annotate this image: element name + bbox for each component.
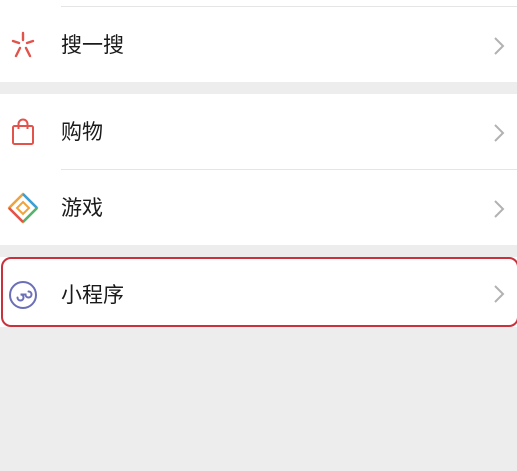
- chevron-right-icon: [491, 36, 507, 56]
- menu-group-search: 搜一搜: [0, 0, 517, 82]
- mini-program-icon: [7, 279, 39, 311]
- top-divider: [61, 6, 517, 7]
- menu-item-miniprogram[interactable]: 小程序: [0, 257, 517, 327]
- menu-item-shopping[interactable]: 购物: [0, 94, 517, 169]
- menu-item-label: 小程序: [61, 283, 124, 307]
- shopping-bag-icon: [7, 116, 39, 148]
- chevron-right-icon: [491, 284, 507, 304]
- chevron-right-icon: [491, 123, 507, 143]
- menu-item-label: 购物: [61, 120, 103, 144]
- menu-group-miniprogram: 小程序: [0, 257, 517, 327]
- menu-item-games[interactable]: 游戏: [0, 170, 517, 245]
- sparkle-icon: [7, 29, 39, 61]
- game-diamond-icon: [7, 192, 39, 224]
- menu-item-search[interactable]: 搜一搜: [0, 8, 517, 82]
- menu-group-discover: 购物 游戏: [0, 94, 517, 245]
- chevron-right-icon: [491, 199, 507, 219]
- menu-item-label: 游戏: [61, 196, 103, 220]
- menu-item-label: 搜一搜: [61, 33, 124, 57]
